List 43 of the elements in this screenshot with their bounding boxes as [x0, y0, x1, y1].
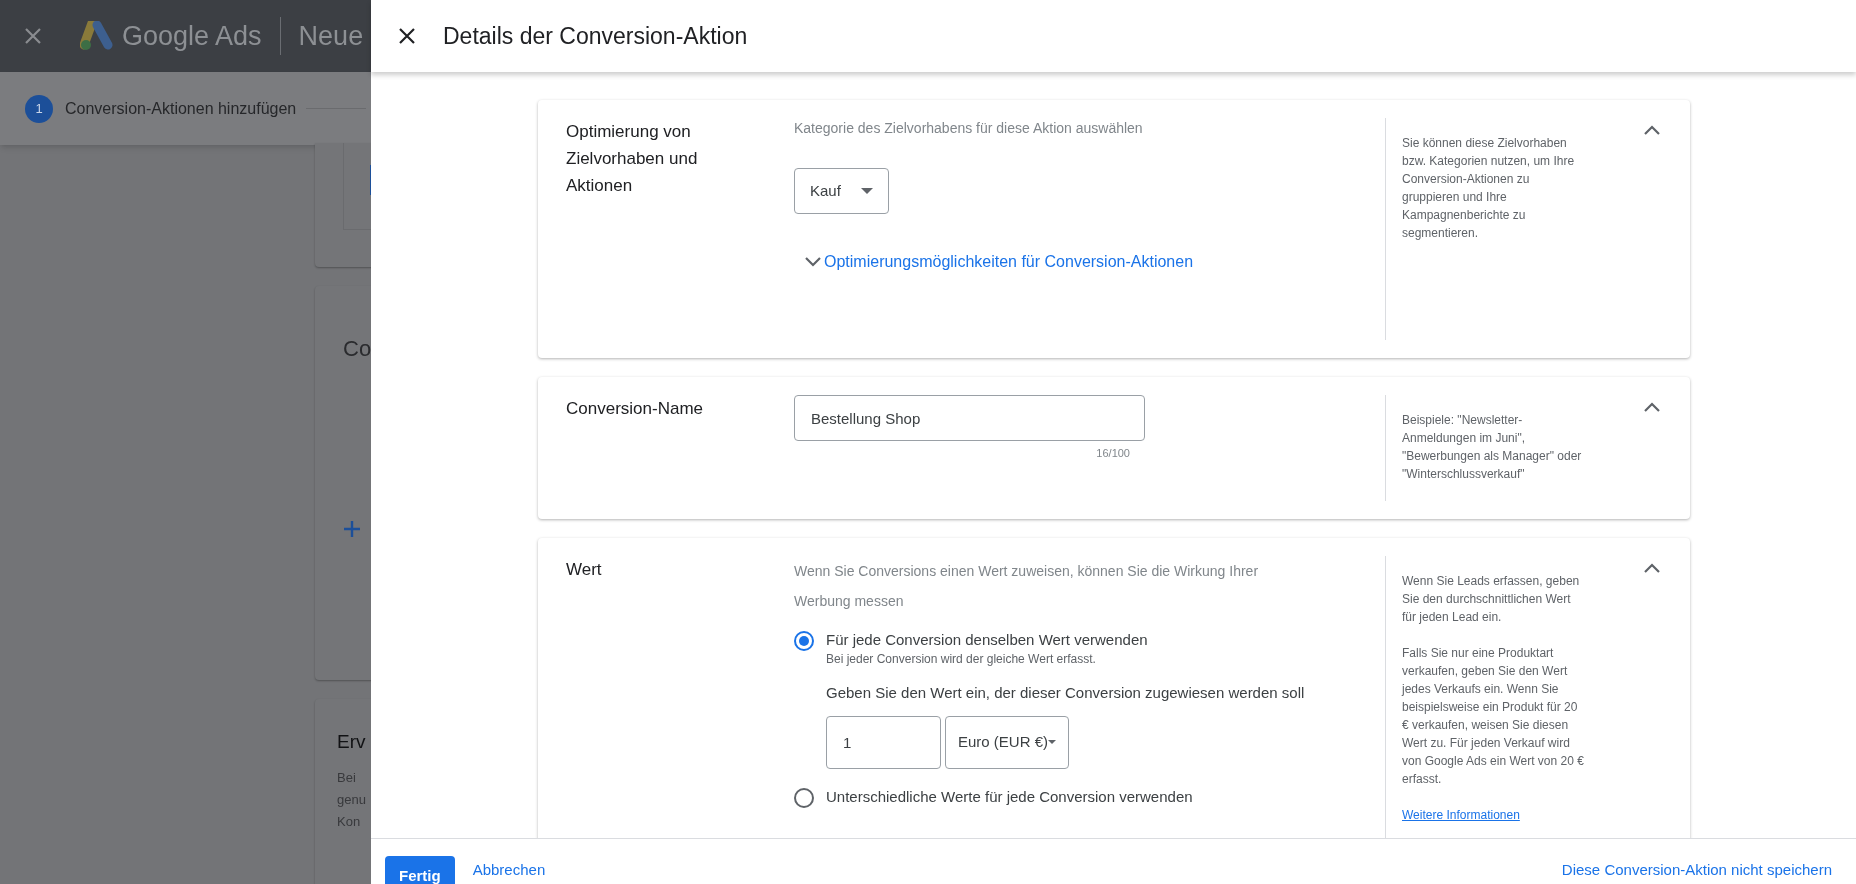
collapse-icon[interactable]: [1643, 401, 1661, 413]
help-text: Falls Sie nur eine Produktart verkaufen, geben Sie den Wert jedes Verkaufs ein. Wenn Sie beispielsweise ein Produkt für 20 € verkaufen, weisen Sie diesen Wert zu. Für jeden Verkauf wird von Google Ads ein Wert von 20 € erfasst.: [1402, 645, 1585, 788]
page-title: Neue: [298, 19, 364, 53]
card-title: Co: [343, 338, 373, 360]
card-text: Bei: [337, 769, 357, 787]
chevron-down-icon: [804, 256, 822, 268]
section-description: Kategorie des Zielvorhabens für diese Aktion auswählen: [794, 119, 1144, 138]
caret-icon: [861, 188, 873, 194]
name-field[interactable]: Bestellung Shop: [794, 395, 1145, 441]
section-description: Wenn Sie Conversions einen Wert zuweisen, können Sie die Wirkung Ihrer Werbung messen: [794, 562, 1260, 611]
value-prompt: Geben Sie den Wert ein, der dieser Conversion zugewiesen werden soll: [826, 683, 1305, 703]
radio-button[interactable]: [794, 631, 814, 651]
value-field[interactable]: 1: [826, 715, 941, 769]
option-label[interactable]: Unterschiedliche Werte für jede Conversion verwenden: [826, 786, 1193, 807]
step-number[interactable]: 1: [25, 94, 53, 123]
card-text: Kon: [337, 813, 362, 831]
option-label[interactable]: Für jede Conversion denselben Wert verwenden: [826, 630, 1305, 650]
category-dropdown[interactable]: Kauf: [794, 168, 889, 214]
done-button[interactable]: Fertig: [385, 856, 455, 884]
app-name: Google Ads: [122, 19, 262, 53]
currency-dropdown[interactable]: Euro (EUR €): [945, 715, 1069, 769]
section-title: Optimierung von Zielvorhaben und Aktionen: [566, 121, 699, 197]
optimization-link[interactable]: Optimierungsmöglichkeiten für Conversion-Aktionen: [804, 250, 1365, 274]
discard-button[interactable]: Diese Conversion-Aktion nicht speichern: [1561, 856, 1832, 884]
option-description: Bei jeder Conversion wird der gleiche Wert erfasst.: [826, 651, 1097, 668]
help-text: Beispiele: "Newsletter-Anmeldungen im Juni", "Bewerbungen als Manager" oder "Winterschlussverkauf": [1402, 412, 1583, 483]
more-info-link[interactable]: Weitere Informationen: [1402, 806, 1595, 824]
close-icon[interactable]: [398, 27, 416, 45]
radio-button[interactable]: [794, 787, 814, 808]
help-text: Sie können diese Zielvorhaben bzw. Kategorien nutzen, um Ihre Conversion-Aktionen zu gruppieren und Ihre Kampagnenberichte zu segmentieren.: [1402, 135, 1576, 242]
step-label[interactable]: Conversion-Aktionen hinzufügen: [65, 96, 297, 121]
character-counter: 16/100: [1095, 446, 1130, 461]
collapse-icon[interactable]: [1643, 124, 1661, 136]
logo-icon: [80, 21, 114, 51]
dialog-title: Details der Conversion-Aktion: [443, 21, 748, 51]
card-title: Erv: [337, 732, 367, 751]
caret-icon: [1048, 739, 1056, 745]
collapse-icon[interactable]: [1643, 562, 1661, 574]
card-text: genu: [337, 791, 367, 809]
section-title: Wert: [566, 559, 603, 581]
section-title: Conversion-Name: [566, 398, 704, 420]
cancel-button[interactable]: Abbrechen: [472, 856, 546, 884]
help-text: Wenn Sie Leads erfassen, geben Sie den durchschnittlichen Wert für jeden Lead ein.: [1402, 573, 1581, 626]
